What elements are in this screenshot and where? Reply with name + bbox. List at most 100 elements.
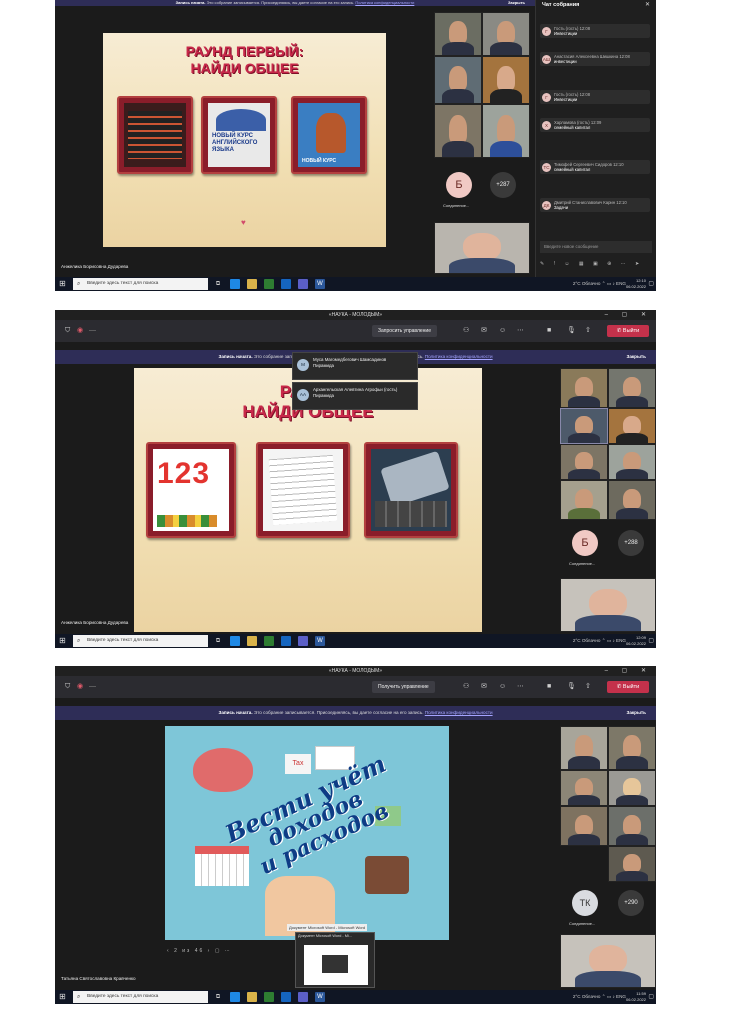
tax-note: Tax — [285, 754, 311, 774]
word-icon: W — [315, 992, 325, 1002]
chat-icon[interactable]: ✉ — [481, 682, 487, 692]
chat-notification[interactable]: АА Архангельская Алевтина Агрофьи (гость)… — [292, 382, 418, 410]
share-icon[interactable]: ⇧ — [585, 326, 591, 336]
wallet-icon — [365, 856, 409, 894]
system-tray[interactable]: 2°C Облачно ⌃ ▭ ♪ ENG — [573, 279, 626, 289]
camera-icon[interactable]: ■ — [547, 682, 551, 692]
taskbar-clock[interactable]: 12:09 06.02.2022 — [626, 635, 646, 647]
video-tile[interactable] — [608, 368, 656, 408]
chat-message-input[interactable]: Введите новое сообщение — [540, 241, 652, 253]
notifications-icon[interactable]: ▢ — [648, 280, 654, 287]
more-icon[interactable]: ⋯ — [517, 682, 524, 692]
windows-start-icon[interactable]: ⊞ — [59, 280, 67, 288]
windows-taskbar: ⊞ ⌕ Введите здесь текст для поиска ⧉ W 2°C… — [55, 990, 656, 1004]
camera-icon[interactable]: ■ — [547, 326, 551, 336]
chat-notification[interactable]: М Муса Магомедбегович Шамсадинов Пирамида — [292, 352, 418, 380]
search-icon: ⌕ — [77, 994, 81, 1000]
chat-toolbar[interactable]: ✎ ! ☺ ▦ ▣ ⊕ ⋯ ➤ — [540, 261, 643, 267]
video-tile[interactable] — [482, 12, 530, 56]
taskbar-search-input[interactable]: ⌕ Введите здесь текст для поиска — [73, 635, 208, 647]
taskbar-search-input[interactable]: ⌕ Введите здесь текст для поиска — [73, 991, 208, 1003]
self-video-tile[interactable] — [560, 578, 656, 632]
participant-avatar[interactable]: ТК — [572, 890, 598, 916]
participants-icon[interactable]: ⚇ — [463, 326, 469, 336]
participant-avatar[interactable]: Б — [446, 172, 472, 198]
share-icon[interactable]: ⇧ — [585, 682, 591, 692]
windows-start-icon[interactable]: ⊞ — [59, 637, 67, 645]
slide-card-exchange — [117, 96, 193, 174]
system-tray[interactable]: 2°C Облачно ⌃ ▭ ♪ ENG — [573, 992, 626, 1002]
taskbar-apps[interactable]: ⧉ W — [213, 636, 325, 646]
shield-icon: ⛉ — [65, 683, 71, 690]
video-tile[interactable] — [560, 726, 608, 770]
self-video-tile[interactable] — [434, 222, 530, 274]
request-control-button[interactable]: Запросить управление — [372, 325, 437, 337]
video-tile[interactable] — [560, 408, 608, 444]
video-tile[interactable] — [560, 806, 608, 846]
window-controls[interactable]: – ▢ ✕ — [605, 666, 652, 676]
notifications-icon[interactable]: ▢ — [648, 993, 654, 1000]
privacy-link[interactable]: Политика конфиденциальности — [425, 710, 493, 715]
take-control-button[interactable]: Получить управление — [372, 681, 435, 693]
timer-dots: — — [89, 327, 96, 334]
more-participants-button[interactable]: +287 — [490, 172, 516, 198]
video-tile[interactable] — [434, 12, 482, 56]
banner-close-button[interactable]: Закрыть — [508, 0, 525, 6]
self-video-tile[interactable] — [560, 934, 656, 988]
reactions-icon[interactable]: ☺ — [499, 682, 506, 692]
taskbar-clock[interactable]: 11:59 06.02.2022 — [626, 991, 646, 1003]
banner-close-button[interactable]: Закрыть — [626, 706, 646, 720]
video-tile[interactable] — [608, 806, 656, 846]
more-participants-button[interactable]: +290 — [618, 890, 644, 916]
chat-message: ТС Тимофей Сергеевич Сидоров 12:10 семейны… — [540, 160, 650, 175]
privacy-link[interactable]: Политика конфиденциальности — [425, 354, 493, 359]
video-tile[interactable] — [482, 104, 530, 158]
video-tile[interactable] — [560, 368, 608, 408]
participants-icon[interactable]: ⚇ — [463, 682, 469, 692]
windows-taskbar: ⊞ ⌕ Введите здесь текст для поиска ⧉ W 2°C… — [55, 277, 656, 291]
mail-icon — [281, 636, 291, 646]
slide-pager[interactable]: ‹ 2 из 46 › ▢ ⋯ — [167, 948, 232, 954]
chat-message: АШ Анастасия Алексеевна Шишкина 12:08 инве… — [540, 52, 650, 67]
video-tile[interactable] — [608, 408, 656, 444]
more-participants-button[interactable]: +288 — [618, 530, 644, 556]
notifications-icon[interactable]: ▢ — [648, 637, 654, 644]
participant-avatar[interactable]: Б — [572, 530, 598, 556]
system-tray[interactable]: 2°C Облачно ⌃ ▭ ♪ ENG — [573, 636, 626, 646]
video-tile[interactable] — [482, 56, 530, 104]
more-icon[interactable]: ⋯ — [517, 326, 524, 336]
video-tile[interactable] — [560, 444, 608, 480]
taskbar-apps[interactable]: ⧉ W — [213, 279, 325, 289]
video-tile[interactable] — [560, 480, 608, 520]
taskbar-clock[interactable]: 12:10 06.02.2022 — [626, 278, 646, 290]
windows-taskbar: ⊞ ⌕ Введите здесь текст для поиска ⧉ W 2°C… — [55, 634, 656, 648]
windows-start-icon[interactable]: ⊞ — [59, 993, 67, 1001]
taskbar-apps[interactable]: ⧉ W — [213, 992, 325, 1002]
leave-button[interactable]: ✆ Выйти — [607, 681, 649, 693]
video-tile[interactable] — [560, 770, 608, 806]
video-tile[interactable] — [608, 846, 656, 882]
store-icon — [264, 992, 274, 1002]
close-icon[interactable]: ✕ — [645, 1, 650, 8]
reactions-icon[interactable]: ☺ — [499, 326, 506, 336]
mail-icon — [281, 992, 291, 1002]
video-tile[interactable] — [608, 770, 656, 806]
privacy-link[interactable]: Политика конфиденциальности — [355, 0, 414, 5]
piggy-bank-icon — [193, 748, 253, 792]
banner-close-button[interactable]: Закрыть — [626, 350, 646, 364]
microphone-icon[interactable]: 🎙 — [567, 682, 576, 692]
microphone-icon[interactable]: 🎙 — [567, 326, 576, 336]
video-tile[interactable] — [608, 480, 656, 520]
taskbar-search-input[interactable]: ⌕ Введите здесь текст для поиска — [73, 278, 208, 290]
video-tile[interactable] — [608, 726, 656, 770]
window-controls[interactable]: – ▢ ✕ — [605, 310, 652, 320]
window-tooltip: Документ Microsoft Word - Microsoft Word — [287, 924, 368, 931]
taskbar-preview[interactable]: Документ Microsoft Word - Mi... — [295, 932, 375, 988]
leave-button[interactable]: ✆ Выйти — [607, 325, 649, 337]
chat-icon[interactable]: ✉ — [481, 326, 487, 336]
video-tile[interactable] — [434, 104, 482, 158]
slide-card-numbers: 123 — [146, 442, 236, 538]
video-tile[interactable] — [434, 56, 482, 104]
video-tile[interactable] — [608, 444, 656, 480]
record-icon: ◉ — [77, 683, 84, 690]
